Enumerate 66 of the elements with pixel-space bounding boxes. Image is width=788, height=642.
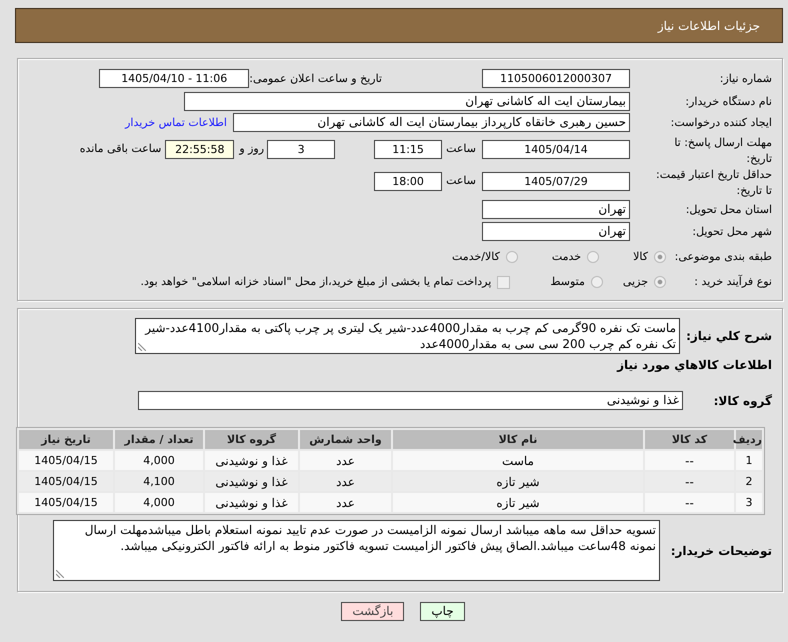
column-header: گروه کالا [205, 430, 298, 449]
checkbox-label: پرداخت تمام یا بخشی از مبلغ خرید،از محل "اسناد خزانه اسلامی" خواهد بود. [140, 274, 492, 290]
resize-grip-icon[interactable] [138, 343, 146, 351]
deadline-time-field[interactable]: 11:15 [374, 140, 442, 159]
option-label: متوسط [550, 274, 585, 290]
section-heading: اطلاعات کالاهاي مورد نياز [617, 357, 772, 373]
column-header: نام کالا [393, 430, 643, 449]
time-left-label: ساعت باقی مانده [80, 141, 162, 157]
field-label: نام دستگاه خریدار: [685, 94, 772, 110]
print-button[interactable]: چاپ [420, 602, 465, 621]
validity-time-field[interactable]: 18:00 [374, 172, 442, 191]
field-label: شهر محل تحویل: [692, 224, 772, 240]
field-label: شماره نیاز: [720, 70, 772, 86]
option-label: جزیی [622, 274, 648, 290]
column-header: کد کالا [645, 430, 734, 449]
table-cell: 1405/04/15 [19, 451, 113, 470]
city-field[interactable]: تهران [482, 222, 630, 241]
days-label: روز و [239, 141, 264, 157]
days-left-field[interactable]: 3 [267, 140, 336, 159]
option-label: خدمت [552, 249, 582, 265]
validity-date-field[interactable]: 1405/07/29 [482, 172, 630, 191]
province-field[interactable]: تهران [482, 200, 630, 219]
resize-grip-icon[interactable] [56, 570, 64, 578]
requester-field[interactable]: حسین رهبری خانقاه کارپرداز بیمارستان ایت اله کاشانی تهران [233, 113, 630, 132]
column-header: تعداد / مقدار [115, 430, 203, 449]
time-label: ساعت [446, 173, 476, 189]
goods-group-field[interactable]: غذا و نوشیدنی [138, 391, 683, 410]
table-cell: شیر تازه [393, 493, 643, 512]
option-label: کالا/خدمت [452, 249, 500, 265]
field-label: نوع فرآیند خرید : [694, 274, 772, 290]
column-header: واحد شمارش [300, 430, 391, 449]
need-number-field[interactable]: 1105006012000307 [482, 69, 630, 88]
buyer-contact-link[interactable]: اطلاعات تماس خریدار [125, 116, 227, 129]
time-left-field[interactable]: 22:55:58 [165, 140, 234, 159]
announce-date-field[interactable]: 1405/04/10 - 11:06 [99, 69, 250, 88]
field-label: توضیحات خریدار: [670, 542, 772, 558]
table-cell: عدد [300, 451, 391, 470]
table-cell: عدد [300, 493, 391, 512]
table-cell: 1 [736, 451, 762, 470]
table-cell: غذا و نوشیدنی [205, 493, 298, 512]
field-label: استان محل تحویل: [686, 202, 772, 218]
table-cell: ماست [393, 451, 643, 470]
column-header: ردیف [736, 430, 762, 449]
field-label: تاریخ و ساعت اعلان عمومی: [249, 70, 382, 86]
time-label: ساعت [446, 141, 476, 157]
table-cell: 3 [736, 493, 762, 512]
field-label: طبقه بندی موضوعی: [674, 249, 772, 265]
buyer-name-field[interactable]: بیمارستان ایت اله کاشانی تهران [184, 92, 630, 111]
table-cell: 4,000 [115, 451, 203, 470]
field-label: گروه کالا: [714, 392, 772, 408]
deadline-date-field[interactable]: 1405/04/14 [482, 140, 630, 159]
table-cell: غذا و نوشیدنی [205, 451, 298, 470]
field-label: ایجاد کننده درخواست: [670, 114, 772, 130]
page-title: جزئیات اطلاعات نیاز [658, 18, 760, 32]
field-label: مهلت ارسال پاسخ: تا تاریخ: [673, 135, 772, 167]
notes-field[interactable]: تسویه حداقل سه ماهه میباشد ارسال نمونه الزامیست در صورت عدم تایید نمونه استعلام باطل میباشدمهلت ارسال نمونه 48ساعت میباشد.الصاق پیش فاکتور الزامیست تسویه فاکتور منوط به ارائه فاکتور الکترونیکی میباشد. [53, 520, 660, 581]
option-label: کالا [633, 249, 648, 265]
description-field[interactable]: ماست تک نفره 90گرمی کم چرب به مقدار4000عدد-شیر یک لیتری پر چرب پاکتی به مقدار4100عدد-شیر تک نفره کم چرب 200 سی سی به مقدار4000عدد [135, 318, 680, 354]
table-cell: -- [645, 493, 734, 512]
field-label: شرح کلي نياز: [686, 328, 772, 344]
table-cell: -- [645, 451, 734, 470]
back-button[interactable]: بازگشت [341, 602, 404, 621]
table-cell: 4,000 [115, 493, 203, 512]
column-header: تاریخ نیاز [19, 430, 113, 449]
table-cell: 1405/04/15 [19, 493, 113, 512]
field-label: حداقل تاریخ اعتبار قیمت: تا تاریخ: [655, 167, 772, 199]
